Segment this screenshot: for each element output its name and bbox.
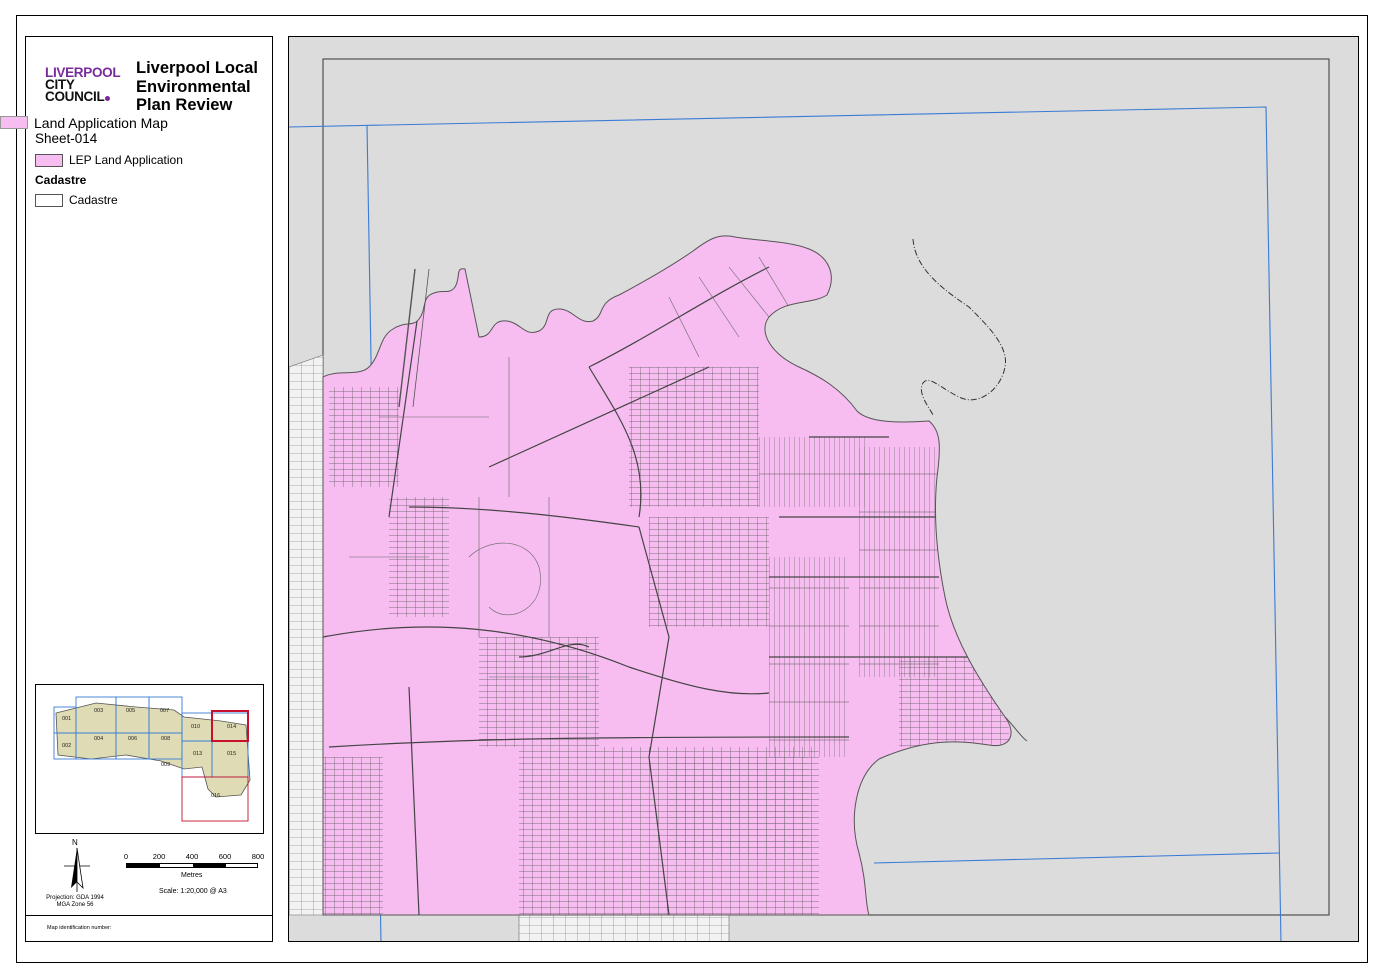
scale-tick: 600 — [218, 852, 232, 861]
index-label: 013 — [193, 751, 202, 757]
title-line-1: Liverpool Local — [136, 59, 258, 77]
index-label: 004 — [94, 736, 103, 742]
title-line-2: Environmental — [136, 77, 251, 96]
legend-label: LEP Land Application — [69, 153, 183, 167]
legend-swatch-white — [35, 193, 63, 207]
index-label: 001 — [62, 716, 71, 722]
scale-bar-graphic — [126, 863, 258, 868]
map-title: Liverpool Local Environmental Plan Revie… — [136, 59, 272, 115]
scale-tick: 400 — [185, 852, 199, 861]
scale-text: Scale: 1:20,000 @ A3 — [159, 888, 227, 895]
map-frame[interactable] — [288, 36, 1359, 942]
scale-tick: 800 — [251, 852, 265, 861]
index-label: 007 — [160, 708, 169, 714]
title-line-3: Plan Review — [136, 96, 233, 114]
index-label: 009 — [161, 762, 170, 768]
index-label: 005 — [126, 708, 135, 714]
projection-line-2: MGA Zone 56 — [56, 902, 94, 908]
scale-units: Metres — [181, 872, 203, 879]
scale-bar: 0 200 400 600 800 Metres — [123, 852, 265, 888]
map-name-swatch — [0, 116, 28, 129]
projection-line-1: Projection: GDA 1994 — [46, 895, 104, 901]
map-name: Land Application Map — [34, 115, 168, 131]
adjacent-cadastre — [289, 354, 324, 916]
map-id-label: Map identification number: — [47, 925, 112, 931]
index-label: 010 — [191, 724, 200, 730]
legend-label: Cadastre — [69, 193, 118, 207]
legend-swatch-pink — [35, 153, 63, 167]
sheet-number: Sheet-014 — [35, 131, 98, 146]
scale-tick: 0 — [123, 852, 129, 861]
south-cadastre — [518, 914, 730, 941]
legend-item-cadastre: Cadastre — [35, 193, 118, 207]
index-label: 003 — [94, 708, 103, 714]
logo-text-3: COUNCIL — [45, 89, 105, 104]
creek-line — [912, 238, 1006, 416]
divider — [26, 915, 272, 916]
index-label: 006 — [128, 736, 137, 742]
index-map-svg: 001 002 003 004 005 006 007 008 010 014 … — [53, 696, 251, 822]
scale-tick: 200 — [152, 852, 166, 861]
index-map: 001 002 003 004 005 006 007 008 010 014 … — [35, 684, 264, 834]
logo-dot-icon — [105, 96, 111, 101]
legend-panel: LIVERPOOL CITY COUNCIL Liverpool Local E… — [25, 36, 273, 942]
index-label: 002 — [62, 743, 71, 749]
council-logo: LIVERPOOL CITY COUNCIL — [45, 66, 131, 104]
legend-group-heading: Cadastre — [35, 173, 87, 187]
index-label: 015 — [227, 751, 236, 757]
index-label: 008 — [161, 736, 170, 742]
north-arrow-icon — [64, 847, 90, 892]
index-label: 014 — [227, 724, 236, 730]
index-area-shape — [55, 702, 251, 798]
projection-info: Projection: GDA 1994 MGA Zone 56 — [46, 895, 104, 909]
index-label: 016 — [211, 793, 220, 799]
map-canvas[interactable] — [289, 37, 1359, 942]
legend-item-lep-land: LEP Land Application — [35, 153, 183, 167]
